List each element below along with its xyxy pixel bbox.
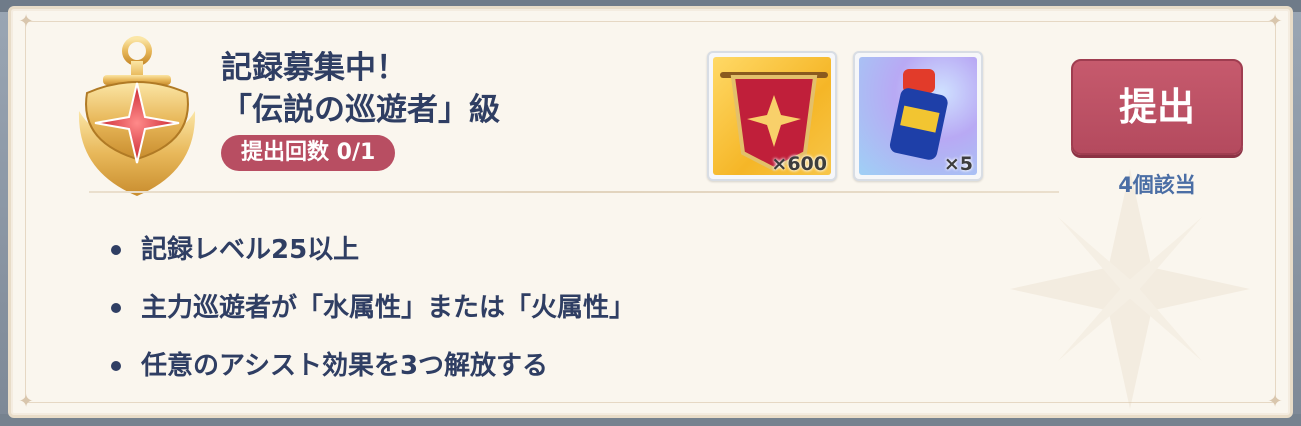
submit-button[interactable]: 提出	[1071, 59, 1243, 155]
condition-text: 任意のアシスト効果を3つ解放する	[141, 351, 549, 381]
reward-item-banner[interactable]: ×600	[707, 51, 837, 181]
condition-item: 主力巡遊者が「水属性」または「火属性」	[107, 279, 635, 337]
condition-item: 任意のアシスト効果を3つ解放する	[107, 337, 635, 395]
applicable-count: 4個該当	[1118, 173, 1196, 197]
submit-count-badge: 提出回数 0/1	[221, 135, 396, 171]
anchor-emblem-icon	[78, 36, 196, 196]
corner-ornament-icon: ✦	[18, 391, 34, 412]
corner-ornament-icon: ✦	[1267, 11, 1283, 32]
reward-quantity: ×600	[771, 153, 827, 175]
reward-item-potion[interactable]: ×5	[853, 51, 983, 181]
compass-star-watermark-icon	[1010, 169, 1250, 409]
divider	[89, 191, 1059, 193]
corner-ornament-icon: ✦	[1267, 391, 1283, 412]
condition-text: 主力巡遊者が「水属性」または「火属性」	[141, 293, 636, 323]
record-mission-card: ✦ ✦ ✦ ✦ 記録募集中！ 「伝説の巡遊者」級 提出回数 0/1 ×600 ×…	[8, 6, 1293, 418]
condition-item: 記録レベル25以上	[107, 221, 635, 279]
bullet-icon	[111, 303, 121, 313]
reward-quantity: ×5	[943, 153, 973, 175]
corner-ornament-icon: ✦	[18, 11, 34, 32]
bullet-icon	[111, 361, 121, 371]
mission-title: 記録募集中！ 「伝説の巡遊者」級	[221, 47, 500, 131]
bullet-icon	[111, 245, 121, 255]
mission-title-line1: 記録募集中！	[221, 50, 407, 86]
condition-text: 記録レベル25以上	[141, 235, 360, 265]
condition-list: 記録レベル25以上 主力巡遊者が「水属性」または「火属性」 任意のアシスト効果を…	[107, 221, 635, 395]
mission-title-line2: 「伝説の巡遊者」級	[221, 92, 500, 128]
